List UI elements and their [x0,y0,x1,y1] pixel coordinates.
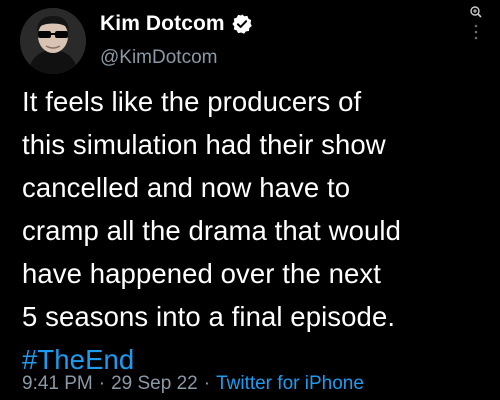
author-name-row: Kim Dotcom [100,12,253,36]
tweet-text: It feels like the producers of this simu… [22,80,492,381]
tweet-text-line: It feels like the producers of [22,86,362,117]
tweet-text-line: cancelled and now have to [22,172,351,203]
meta-separator: · [203,373,211,394]
tweet-text-line: this simulation had their show [22,129,386,160]
tweet-meta: 9:41 PM · 29 Sep 22 · Twitter for iPhone [22,373,364,395]
tweet-card: Kim Dotcom @KimDotcom It feels like the … [0,0,500,400]
avatar[interactable] [20,8,86,74]
verified-badge-icon [231,13,253,35]
tweet-text-line: cramp all the drama that would [22,215,402,246]
more-vertical-icon [474,24,478,40]
tweet-text-line: 5 seasons into a final episode. [22,301,396,332]
author-display-name[interactable]: Kim Dotcom [100,12,225,36]
author-handle[interactable]: @KimDotcom [100,47,217,69]
zoom-icon [470,6,482,18]
tweet-text-line: have happened over the next [22,258,381,289]
top-right-icons [468,4,484,44]
meta-separator: · [98,373,106,394]
tweet-source-link[interactable]: Twitter for iPhone [216,373,364,394]
tweet-date[interactable]: 29 Sep 22 [111,373,198,394]
avatar-image [20,8,86,74]
tweet-time[interactable]: 9:41 PM [22,373,93,394]
